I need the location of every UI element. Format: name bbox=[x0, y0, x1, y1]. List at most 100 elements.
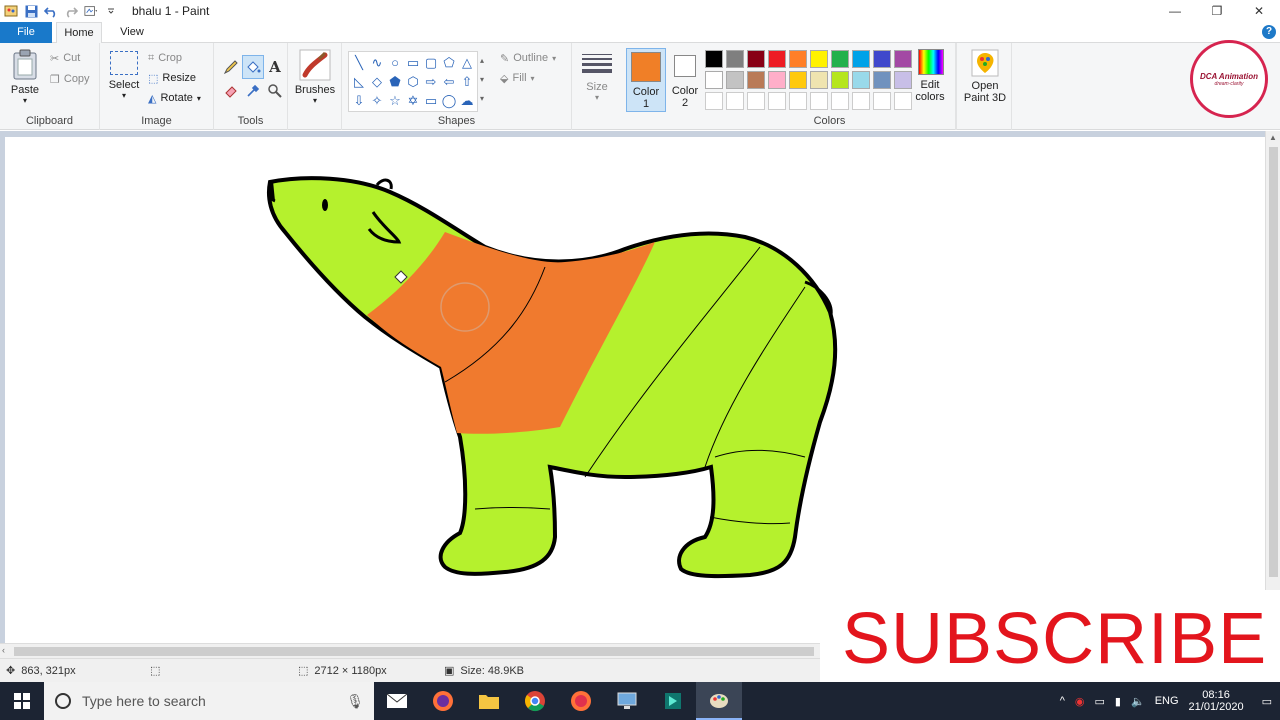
eraser-icon[interactable] bbox=[220, 79, 242, 103]
curve-shape-icon[interactable]: ∿ bbox=[368, 53, 386, 72]
tab-home[interactable]: Home bbox=[56, 22, 102, 44]
microphone-icon[interactable]: 🎙 bbox=[346, 693, 364, 710]
shapes-scroll[interactable]: ▴ ▾ ▾ bbox=[480, 51, 488, 108]
right-triangle-shape-icon[interactable]: ◺ bbox=[350, 72, 368, 91]
palette-swatch[interactable] bbox=[726, 71, 744, 89]
polygon-shape-icon[interactable]: ⬠ bbox=[440, 53, 458, 72]
palette-swatch[interactable] bbox=[747, 92, 765, 110]
minimize-button[interactable]: — bbox=[1154, 0, 1196, 22]
select-button[interactable]: Select ▾ bbox=[106, 51, 142, 100]
palette-swatch[interactable] bbox=[789, 92, 807, 110]
quick-access-dropdown-icon[interactable] bbox=[104, 4, 118, 18]
notification-icon[interactable]: ▭ bbox=[1262, 695, 1272, 708]
star5-shape-icon[interactable]: ☆ bbox=[386, 91, 404, 110]
color2-button[interactable]: Color 2 bbox=[668, 48, 702, 112]
mail-app-icon[interactable] bbox=[374, 682, 420, 720]
palette-swatch[interactable] bbox=[873, 92, 891, 110]
palette-swatch[interactable] bbox=[831, 71, 849, 89]
horizontal-scrollbar[interactable]: ‹ bbox=[0, 643, 820, 658]
arrow-down-shape-icon[interactable]: ⇩ bbox=[350, 91, 368, 110]
palette-swatch[interactable] bbox=[768, 71, 786, 89]
rectangle-shape-icon[interactable]: ▭ bbox=[404, 53, 422, 72]
outline-button[interactable]: ✎ Outline ▾ bbox=[500, 49, 556, 67]
color-picker-icon[interactable] bbox=[242, 79, 264, 103]
open-paint3d-button[interactable]: Open Paint 3D bbox=[961, 49, 1009, 104]
network-icon[interactable]: ▭ bbox=[1095, 695, 1105, 708]
scroll-left-icon[interactable]: ‹ bbox=[2, 645, 5, 655]
chrome-icon[interactable] bbox=[512, 682, 558, 720]
text-icon[interactable]: A bbox=[264, 55, 286, 79]
color1-button[interactable]: Color 1 bbox=[626, 48, 666, 112]
save-icon[interactable] bbox=[24, 4, 38, 18]
triangle-shape-icon[interactable]: △ bbox=[458, 53, 476, 72]
drawing-canvas[interactable] bbox=[5, 137, 1265, 643]
star6-shape-icon[interactable]: ✡ bbox=[404, 91, 422, 110]
line-shape-icon[interactable]: ╲ bbox=[350, 53, 368, 72]
magnifier-icon[interactable] bbox=[264, 79, 286, 103]
clock[interactable]: 08:16 21/01/2020 bbox=[1189, 689, 1244, 713]
palette-swatch[interactable] bbox=[789, 50, 807, 68]
palette-swatch[interactable] bbox=[705, 71, 723, 89]
copy-button[interactable]: ❐ Copy bbox=[50, 70, 90, 88]
oval-shape-icon[interactable]: ○ bbox=[386, 53, 404, 72]
tab-view[interactable]: View bbox=[110, 22, 154, 43]
edit-colors-button[interactable]: Edit colors bbox=[912, 49, 950, 103]
callout-rect-shape-icon[interactable]: ▭ bbox=[422, 91, 440, 110]
size-button[interactable]: Size ▾ bbox=[580, 51, 614, 102]
arrow-up-shape-icon[interactable]: ⇧ bbox=[458, 72, 476, 91]
palette-swatch[interactable] bbox=[852, 92, 870, 110]
scroll-up-icon[interactable]: ▲ bbox=[1269, 133, 1277, 142]
redo-icon[interactable] bbox=[64, 4, 78, 18]
tray-chevron-icon[interactable]: ^ bbox=[1060, 695, 1065, 707]
resize-button[interactable]: ⬚ Resize bbox=[148, 69, 196, 87]
palette-swatch[interactable] bbox=[894, 71, 912, 89]
fill-bucket-icon[interactable] bbox=[242, 55, 264, 79]
undo-icon[interactable] bbox=[44, 4, 58, 18]
close-button[interactable]: ✕ bbox=[1238, 0, 1280, 22]
palette-swatch[interactable] bbox=[747, 50, 765, 68]
paint-taskbar-icon[interactable] bbox=[696, 682, 742, 720]
palette-swatch[interactable] bbox=[747, 71, 765, 89]
tab-file[interactable]: File bbox=[0, 22, 52, 43]
star4-shape-icon[interactable]: ✧ bbox=[368, 91, 386, 110]
cut-button[interactable]: ✂ Cut bbox=[50, 49, 80, 67]
battery-icon[interactable]: ▮ bbox=[1115, 695, 1121, 708]
horizontal-scroll-thumb[interactable] bbox=[14, 647, 814, 656]
palette-swatch[interactable] bbox=[810, 92, 828, 110]
vertical-scrollbar[interactable]: ▲ bbox=[1265, 131, 1280, 643]
pentagon-shape-icon[interactable]: ⬟ bbox=[386, 72, 404, 91]
crop-button[interactable]: ⌗ Crop bbox=[148, 49, 182, 67]
palette-swatch[interactable] bbox=[810, 71, 828, 89]
arrow-right-shape-icon[interactable]: ⇨ bbox=[422, 72, 440, 91]
computer-icon[interactable] bbox=[604, 682, 650, 720]
palette-swatch[interactable] bbox=[789, 71, 807, 89]
record-icon[interactable]: ◉ bbox=[1075, 695, 1085, 708]
volume-icon[interactable]: 🔈 bbox=[1131, 695, 1145, 708]
pencil-icon[interactable] bbox=[220, 55, 242, 79]
vertical-scroll-thumb[interactable] bbox=[1269, 147, 1278, 577]
palette-swatch[interactable] bbox=[810, 50, 828, 68]
restore-button[interactable]: ❐ bbox=[1196, 0, 1238, 22]
paste-button[interactable]: Paste ▾ bbox=[6, 49, 44, 105]
firefox-icon[interactable] bbox=[420, 682, 466, 720]
palette-swatch[interactable] bbox=[831, 50, 849, 68]
callout-oval-shape-icon[interactable]: ◯ bbox=[440, 91, 458, 110]
help-icon[interactable]: ? bbox=[1262, 25, 1276, 39]
paint-app-icon[interactable] bbox=[4, 4, 18, 18]
palette-swatch[interactable] bbox=[873, 71, 891, 89]
palette-swatch[interactable] bbox=[894, 92, 912, 110]
brushes-button[interactable]: Brushes ▾ bbox=[294, 49, 336, 105]
language-indicator[interactable]: ENG bbox=[1155, 695, 1179, 707]
palette-swatch[interactable] bbox=[726, 50, 744, 68]
fill-button[interactable]: ⬙ Fill ▾ bbox=[500, 69, 535, 87]
palette-swatch[interactable] bbox=[768, 92, 786, 110]
diamond-shape-icon[interactable]: ◇ bbox=[368, 72, 386, 91]
palette-swatch[interactable] bbox=[705, 50, 723, 68]
arrow-left-shape-icon[interactable]: ⇦ bbox=[440, 72, 458, 91]
hexagon-shape-icon[interactable]: ⬡ bbox=[404, 72, 422, 91]
palette-swatch[interactable] bbox=[852, 50, 870, 68]
palette-swatch[interactable] bbox=[831, 92, 849, 110]
palette-swatch[interactable] bbox=[852, 71, 870, 89]
palette-swatch[interactable] bbox=[873, 50, 891, 68]
rounded-rect-shape-icon[interactable]: ▢ bbox=[422, 53, 440, 72]
